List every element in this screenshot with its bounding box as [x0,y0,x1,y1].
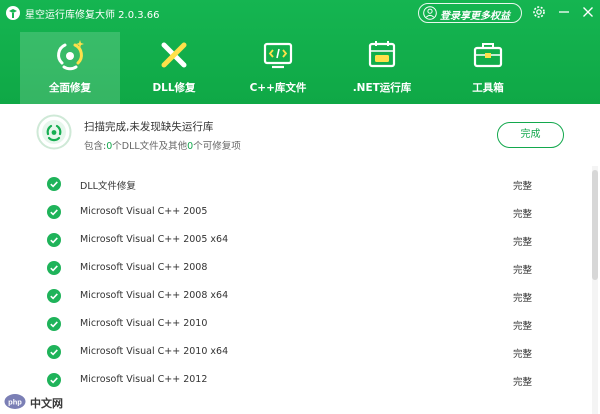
watermark-text: 中文网 [30,397,63,410]
settings-gear-icon[interactable] [532,5,546,19]
close-icon[interactable] [581,5,595,19]
scan-status-panel: 扫描完成,未发现缺失运行库 包含:0个DLL文件及其他0个可修复项 完成 [0,104,600,166]
app-logo-icon [6,6,20,20]
minimize-icon[interactable] [557,5,571,19]
tab-label: C++库文件 [249,82,307,94]
list-item: Microsoft Visual C++ 2005 x64 完整 [0,227,600,255]
runtime-list: DLL文件修复 完整 Microsoft Visual C++ 2005 完整 … [0,166,600,414]
list-item: DLL文件修复 完整 [0,171,600,199]
list-item: Microsoft Visual C++ 2010 完整 [0,311,600,339]
list-item: Microsoft Visual C++ 2005 完整 [0,199,600,227]
item-status: 完整 [513,349,533,360]
item-name: Microsoft Visual C++ 2012 [80,374,208,385]
login-label: 登录享更多权益 [440,11,510,22]
list-item: Microsoft Visual C++ 2008 完整 [0,255,600,283]
php-logo-icon: php [4,394,26,409]
check-icon [47,289,61,303]
status-title: 扫描完成,未发现缺失运行库 [84,121,214,133]
item-status: 完整 [513,377,533,388]
item-status: 完整 [513,265,533,276]
item-status: 完整 [513,293,533,304]
item-status: 完整 [513,209,533,220]
full-repair-icon [57,40,84,71]
check-icon [47,177,61,191]
item-status: 完整 [513,321,533,332]
item-name: DLL文件修复 [80,181,136,192]
item-name: Microsoft Visual C++ 2010 [80,318,208,329]
title-bar: 星空运行库修复大师 2.0.3.66 登录享更多权益 [0,0,600,26]
item-name: Microsoft Visual C++ 2005 x64 [80,234,229,245]
tab-dll-repair[interactable]: DLL修复 [124,32,224,104]
scan-complete-icon [36,114,72,150]
item-name: Microsoft Visual C++ 2005 [80,206,208,217]
tab-full-repair[interactable]: 全面修复 [20,32,120,104]
tab-toolbox[interactable]: 工具箱 [438,32,538,104]
status-detail: 包含:0个DLL文件及其他0个可修复项 [84,141,241,152]
check-icon [47,373,61,387]
check-icon [47,205,61,219]
app-title: 星空运行库修复大师 2.0.3.66 [25,10,160,21]
svg-text:php: php [8,398,22,407]
tab-label: 全面修复 [49,82,91,94]
list-item: Microsoft Visual C++ 2008 x64 完整 [0,283,600,311]
list-item: Microsoft Visual C++ 2010 x64 完整 [0,339,600,367]
tab-label: DLL修复 [152,82,196,94]
tab-cpp-library[interactable]: C++库文件 [228,32,328,104]
tab-label: .NET运行库 [352,82,412,94]
check-icon [47,233,61,247]
check-icon [47,345,61,359]
check-icon [47,317,61,331]
toolbox-icon [473,43,503,68]
item-name: Microsoft Visual C++ 2008 [80,262,208,273]
tab-label: 工具箱 [472,82,504,94]
check-icon [47,261,61,275]
item-name: Microsoft Visual C++ 2010 x64 [80,346,229,357]
cpp-code-icon [263,42,293,69]
item-status: 完整 [513,181,533,192]
list-scrollbar[interactable] [592,166,598,414]
user-icon [423,6,437,20]
tab-dotnet-runtime[interactable]: .NET运行库 [332,32,432,104]
item-name: Microsoft Visual C++ 2008 x64 [80,290,229,301]
scroll-thumb[interactable] [592,170,598,280]
login-button[interactable]: 登录享更多权益 [418,3,522,23]
done-button[interactable]: 完成 [497,122,564,148]
dotnet-icon [368,41,396,68]
dll-repair-icon [161,42,187,68]
app-header: 星空运行库修复大师 2.0.3.66 登录享更多权益 全面修复 DLL修复 C+… [0,0,600,104]
watermark: php 中文网 [4,393,84,411]
item-status: 完整 [513,237,533,248]
list-item: Microsoft Visual C++ 2012 完整 [0,367,600,395]
